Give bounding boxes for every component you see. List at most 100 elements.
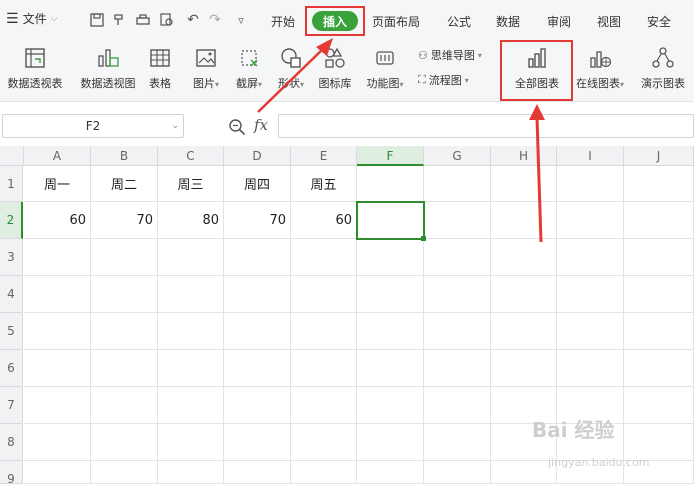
table-cell[interactable] bbox=[624, 313, 694, 350]
screenshot-button[interactable]: 截屏▾ bbox=[230, 40, 268, 100]
table-cell[interactable] bbox=[91, 387, 158, 424]
table-cell[interactable] bbox=[224, 461, 291, 484]
row-header[interactable]: 9 bbox=[0, 461, 23, 486]
column-header[interactable]: J bbox=[624, 146, 694, 166]
column-header-active[interactable]: F bbox=[357, 146, 424, 166]
print-preview-icon[interactable] bbox=[158, 11, 176, 29]
icon-library-button[interactable]: 图标库 bbox=[314, 40, 356, 100]
table-cell[interactable] bbox=[224, 350, 291, 387]
table-cell[interactable] bbox=[291, 239, 357, 276]
undo-icon[interactable]: ↶ bbox=[184, 11, 202, 29]
table-cell[interactable] bbox=[91, 313, 158, 350]
table-cell[interactable] bbox=[158, 350, 224, 387]
table-cell[interactable] bbox=[491, 166, 557, 202]
table-cell[interactable] bbox=[224, 276, 291, 313]
table-cell[interactable] bbox=[357, 239, 424, 276]
table-cell[interactable] bbox=[158, 461, 224, 484]
mind-map-button[interactable]: ⚇ 思维导图 ▾ bbox=[418, 47, 482, 63]
tab-formulas[interactable]: 公式 bbox=[447, 13, 471, 30]
table-cell[interactable] bbox=[24, 387, 91, 424]
pivot-table-button[interactable]: 数据透视表 bbox=[2, 40, 68, 100]
function-chart-button[interactable]: 功能图▾ bbox=[360, 40, 410, 100]
row-header[interactable]: 5 bbox=[0, 313, 23, 350]
table-cell[interactable] bbox=[424, 239, 491, 276]
row-header[interactable]: 1 bbox=[0, 166, 23, 202]
table-cell[interactable] bbox=[158, 387, 224, 424]
table-cell[interactable] bbox=[158, 276, 224, 313]
table-cell[interactable] bbox=[357, 313, 424, 350]
table-cell[interactable]: 周四 bbox=[224, 166, 291, 202]
table-cell[interactable] bbox=[291, 313, 357, 350]
table-cell[interactable] bbox=[357, 461, 424, 484]
table-cell[interactable] bbox=[158, 313, 224, 350]
table-cell[interactable] bbox=[158, 424, 224, 461]
column-header[interactable]: I bbox=[557, 146, 624, 166]
table-cell[interactable]: 周二 bbox=[91, 166, 158, 202]
row-header-active[interactable]: 2 bbox=[0, 202, 23, 239]
tab-security[interactable]: 安全 bbox=[647, 13, 671, 30]
zoom-icon[interactable] bbox=[228, 118, 246, 136]
table-cell[interactable] bbox=[424, 166, 491, 202]
table-cell[interactable] bbox=[357, 387, 424, 424]
table-cell[interactable] bbox=[424, 387, 491, 424]
tab-page-layout[interactable]: 页面布局 bbox=[372, 13, 420, 30]
table-cell[interactable] bbox=[91, 276, 158, 313]
table-cell[interactable] bbox=[491, 350, 557, 387]
table-cell[interactable] bbox=[291, 387, 357, 424]
table-cell[interactable] bbox=[291, 276, 357, 313]
tab-home[interactable]: 开始 bbox=[271, 13, 295, 30]
table-cell[interactable] bbox=[424, 461, 491, 484]
table-cell[interactable] bbox=[24, 239, 91, 276]
table-cell[interactable] bbox=[224, 387, 291, 424]
table-cell[interactable] bbox=[424, 350, 491, 387]
table-cell[interactable] bbox=[424, 276, 491, 313]
table-cell[interactable] bbox=[224, 424, 291, 461]
table-cell[interactable] bbox=[557, 202, 624, 239]
table-cell[interactable] bbox=[357, 166, 424, 202]
table-cell[interactable]: 周五 bbox=[291, 166, 357, 202]
print-icon[interactable] bbox=[134, 11, 152, 29]
table-cell[interactable] bbox=[491, 239, 557, 276]
table-cell[interactable] bbox=[158, 239, 224, 276]
table-cell[interactable] bbox=[557, 350, 624, 387]
table-cell[interactable] bbox=[491, 276, 557, 313]
table-cell[interactable] bbox=[24, 350, 91, 387]
presentation-chart-button[interactable]: 演示图表 bbox=[634, 40, 692, 100]
table-cell[interactable]: 60 bbox=[291, 202, 357, 239]
table-cell[interactable] bbox=[624, 239, 694, 276]
column-header[interactable]: H bbox=[491, 146, 557, 166]
table-cell[interactable] bbox=[624, 350, 694, 387]
table-cell[interactable] bbox=[357, 350, 424, 387]
table-cell[interactable] bbox=[224, 313, 291, 350]
table-cell[interactable] bbox=[624, 387, 694, 424]
table-cell[interactable] bbox=[224, 239, 291, 276]
column-header[interactable]: C bbox=[158, 146, 224, 166]
table-cell[interactable] bbox=[424, 202, 491, 239]
redo-icon[interactable]: ↷ bbox=[206, 11, 224, 29]
file-menu[interactable]: ☰ 文件 ⌵ bbox=[6, 10, 57, 27]
table-cell[interactable]: 周一 bbox=[24, 166, 91, 202]
table-cell[interactable]: 80 bbox=[158, 202, 224, 239]
table-cell[interactable] bbox=[624, 202, 694, 239]
row-header[interactable]: 8 bbox=[0, 424, 23, 461]
table-cell[interactable] bbox=[557, 276, 624, 313]
column-header[interactable]: E bbox=[291, 146, 357, 166]
table-cell[interactable] bbox=[91, 239, 158, 276]
column-header[interactable]: A bbox=[24, 146, 91, 166]
table-cell[interactable]: 60 bbox=[24, 202, 91, 239]
table-cell[interactable] bbox=[24, 424, 91, 461]
select-all-corner[interactable] bbox=[0, 146, 24, 166]
table-cell[interactable] bbox=[91, 350, 158, 387]
table-cell[interactable]: 周三 bbox=[158, 166, 224, 202]
table-cell[interactable] bbox=[357, 424, 424, 461]
table-cell[interactable] bbox=[491, 202, 557, 239]
table-cell[interactable] bbox=[424, 313, 491, 350]
table-cell[interactable] bbox=[291, 350, 357, 387]
column-header[interactable]: D bbox=[224, 146, 291, 166]
table-cell[interactable] bbox=[557, 313, 624, 350]
table-cell[interactable] bbox=[624, 276, 694, 313]
table-cell[interactable] bbox=[424, 424, 491, 461]
table-cell[interactable]: 70 bbox=[224, 202, 291, 239]
table-cell[interactable] bbox=[291, 461, 357, 484]
table-cell[interactable] bbox=[557, 239, 624, 276]
